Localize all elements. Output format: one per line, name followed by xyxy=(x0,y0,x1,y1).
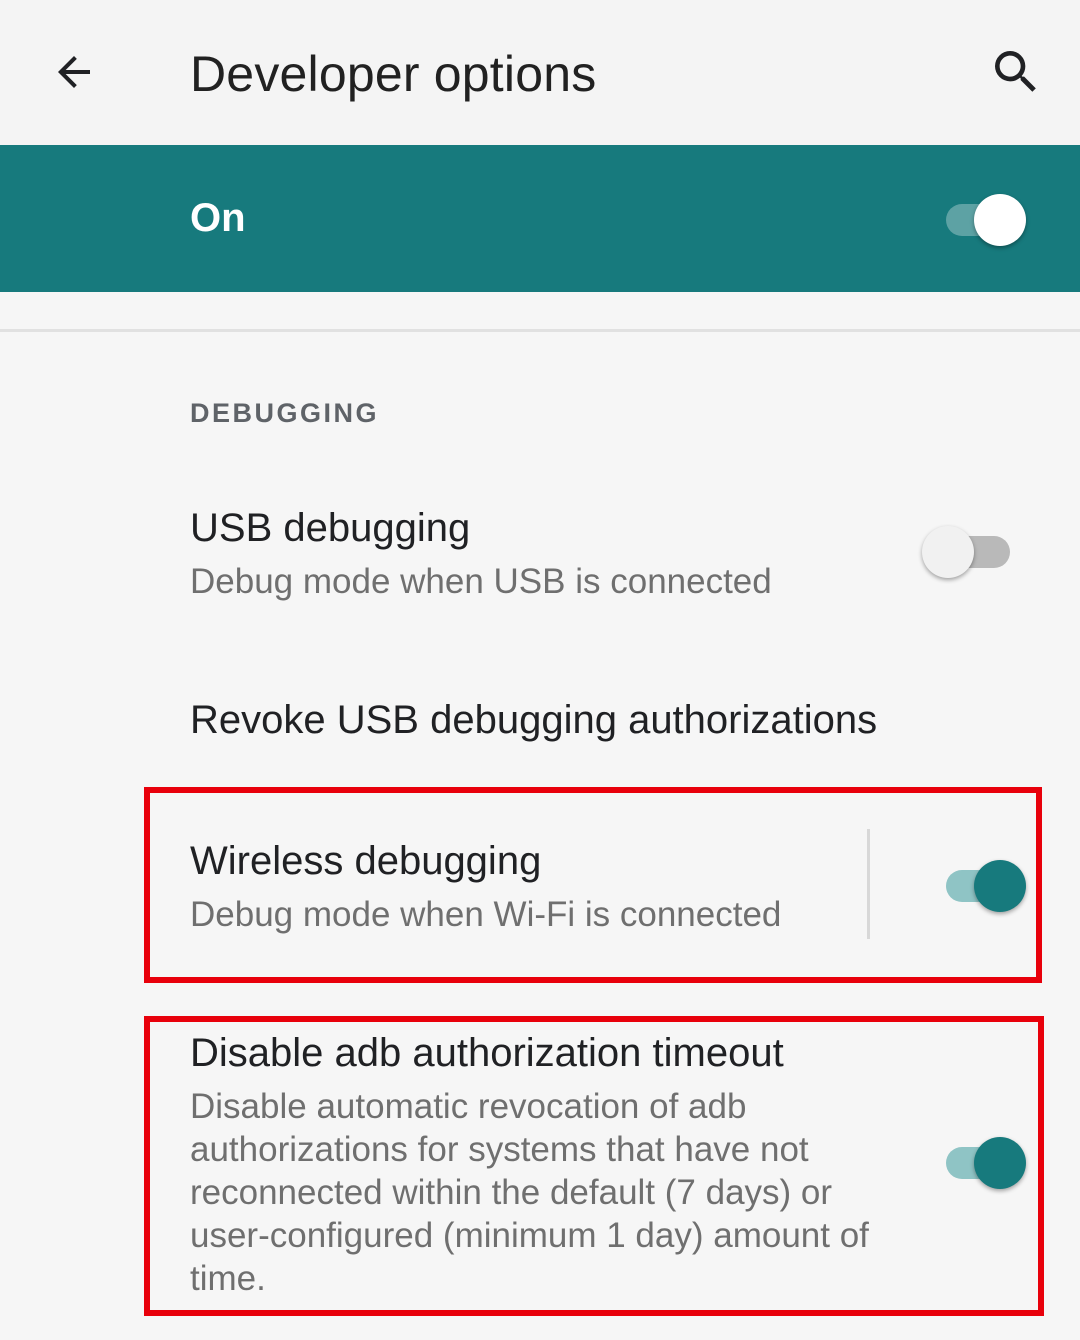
search-icon xyxy=(995,51,1036,92)
master-switch-label: On xyxy=(190,196,246,240)
pref-title: Revoke USB debugging authorizations xyxy=(190,698,878,742)
master-toggle-thumb xyxy=(974,194,1026,246)
divider xyxy=(0,329,1080,332)
highlight-box-adb-timeout xyxy=(144,1016,1044,1316)
pref-summary: Debug mode when USB is connected xyxy=(190,562,772,601)
master-toggle[interactable] xyxy=(944,188,1034,248)
highlight-box-wireless-debugging xyxy=(144,787,1042,983)
toggle-thumb xyxy=(922,526,974,578)
search-button[interactable] xyxy=(984,40,1048,104)
master-switch-bar[interactable]: On xyxy=(0,145,1080,292)
back-button[interactable] xyxy=(44,42,104,102)
section-header-debugging: DEBUGGING xyxy=(190,398,380,428)
pref-title: USB debugging xyxy=(190,506,471,550)
app-bar: Developer options xyxy=(0,0,1080,145)
page-title: Developer options xyxy=(190,46,597,102)
arrow-back-icon xyxy=(58,56,90,88)
usb-debugging-toggle[interactable] xyxy=(922,520,1012,580)
